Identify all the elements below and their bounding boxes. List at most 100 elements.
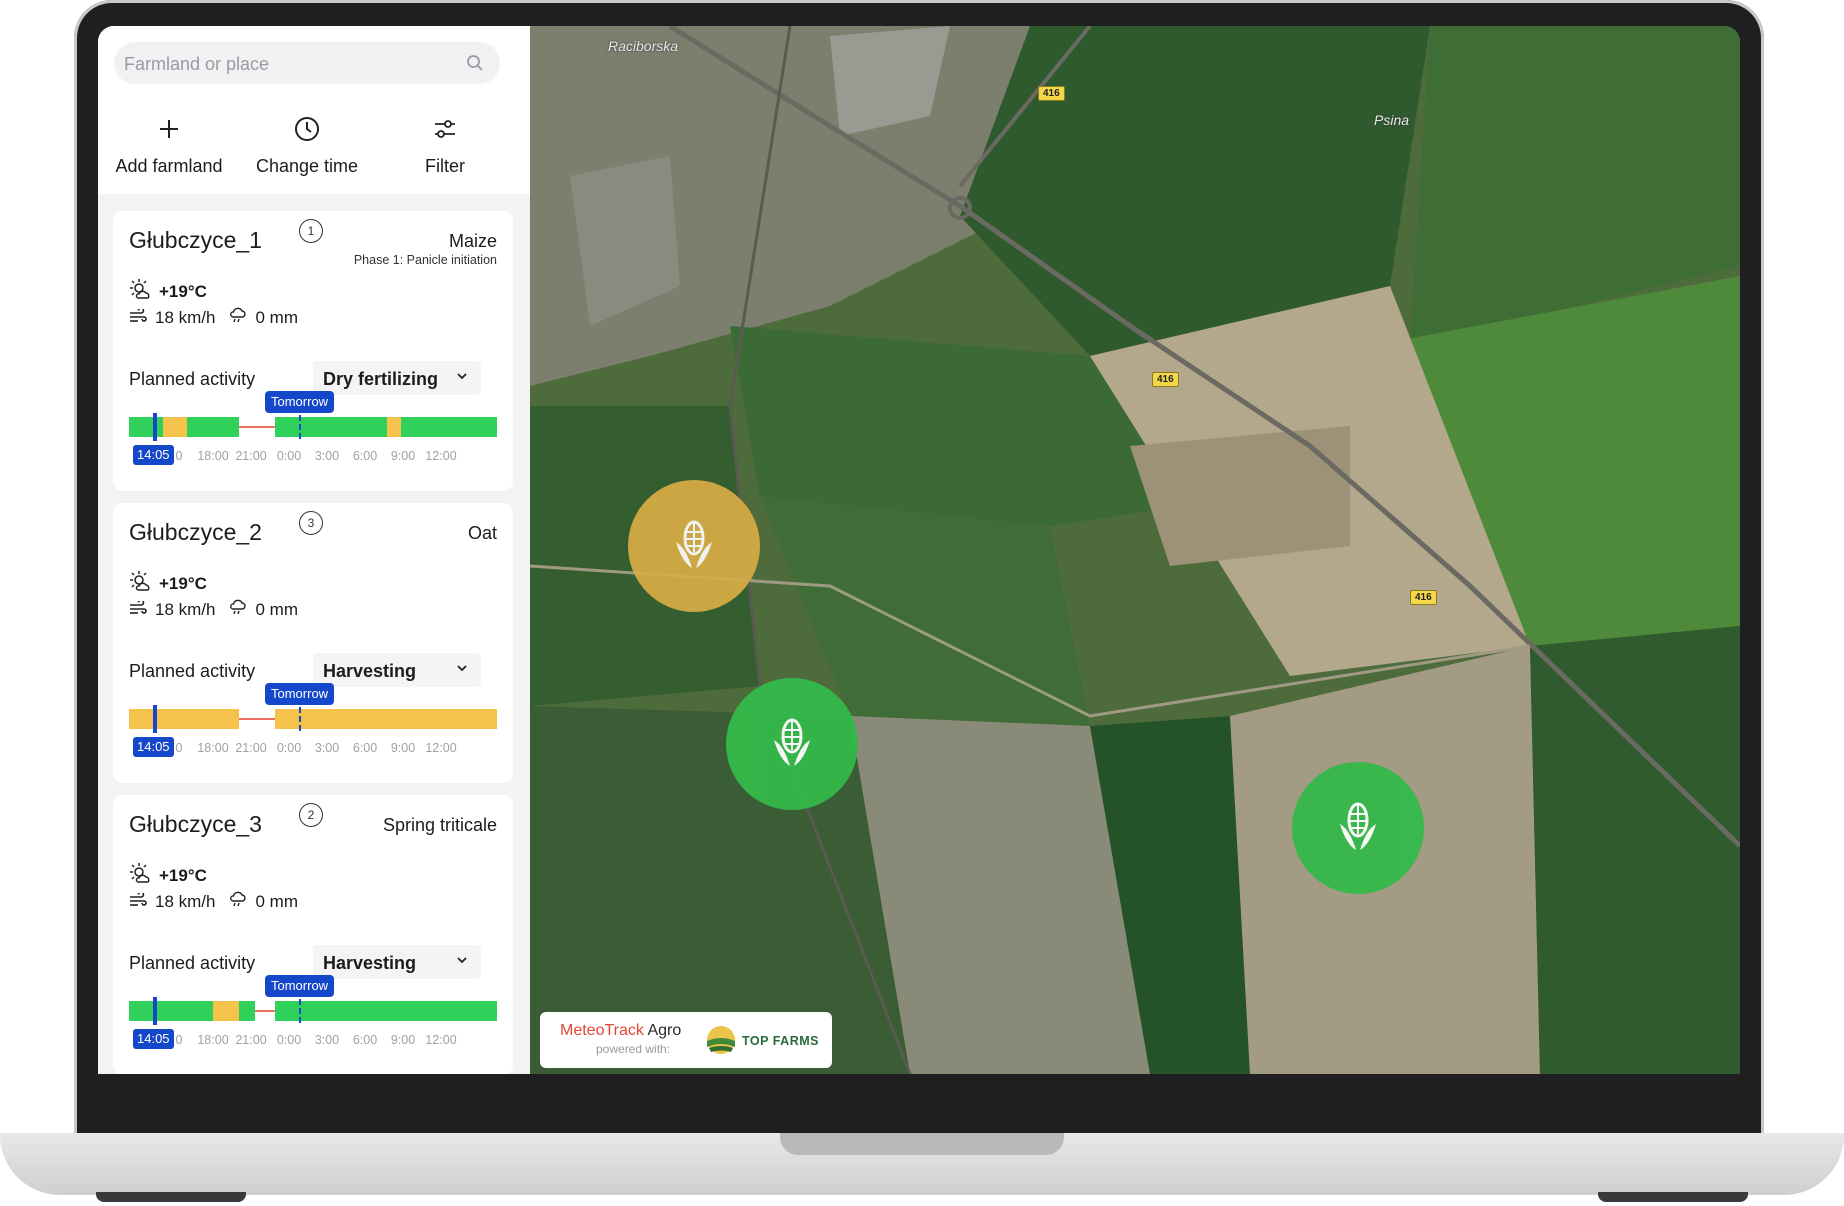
activity-timeline[interactable]: Tomorrow bbox=[129, 391, 497, 441]
timeline-now-marker bbox=[153, 413, 157, 441]
change-time-label: Change time bbox=[255, 156, 359, 176]
timeline-bad-segment bbox=[239, 718, 275, 720]
tick-label: 6:00 bbox=[352, 741, 378, 755]
farm-pin-green[interactable] bbox=[1292, 762, 1424, 894]
tick-label: 12:00 bbox=[425, 741, 457, 755]
timeline-now-marker bbox=[153, 705, 157, 733]
farm-name: Głubczyce_3 bbox=[129, 811, 262, 837]
timeline-good-segment bbox=[401, 417, 497, 437]
satellite-map[interactable]: Raciborska Psina 416 416 416 MeteoTrack … bbox=[530, 26, 1740, 1074]
activity-timeline[interactable]: Tomorrow bbox=[129, 683, 497, 733]
timeline-warn-segment bbox=[275, 709, 497, 729]
now-time-label: 14:05 bbox=[133, 445, 174, 465]
tick-label: 3:00 bbox=[314, 449, 340, 463]
wind-value: 18 km/h bbox=[155, 307, 216, 327]
activity-timeline[interactable]: Tomorrow bbox=[129, 975, 497, 1025]
timeline-now-marker bbox=[153, 997, 157, 1025]
brand-powered-text: powered with: bbox=[596, 1042, 671, 1056]
rain-icon bbox=[229, 307, 247, 328]
change-time-button[interactable]: Change time bbox=[232, 114, 382, 177]
sliders-icon bbox=[370, 114, 520, 144]
plus-icon bbox=[98, 114, 244, 144]
corn-icon bbox=[770, 716, 814, 773]
tick-label: 21:00 bbox=[235, 741, 267, 755]
tick-label: 21:00 bbox=[235, 449, 267, 463]
farm-badge: 2 bbox=[299, 803, 323, 827]
wind-icon bbox=[129, 890, 147, 912]
now-time-label: 14:05 bbox=[133, 1029, 174, 1049]
timeline-bad-segment bbox=[255, 1010, 275, 1012]
timeline-ticks: 0 18:00 21:00 0:00 3:00 6:00 9:00 12:00 bbox=[129, 449, 497, 467]
timeline-ticks: 0 18:00 21:00 0:00 3:00 6:00 9:00 12:00 bbox=[129, 1033, 497, 1051]
farm-badge: 3 bbox=[299, 511, 323, 535]
timeline-bad-segment bbox=[239, 426, 275, 428]
tick-label: 0:00 bbox=[276, 741, 302, 755]
tick-label: 18:00 bbox=[197, 741, 229, 755]
wind-rain-row: 18 km/h 0 mm bbox=[129, 890, 298, 912]
search-icon[interactable] bbox=[466, 54, 484, 77]
sidebar-header: Farmland or place Add farmland Change ti… bbox=[98, 26, 530, 194]
temperature-row: +19°C bbox=[129, 279, 207, 304]
search-input[interactable]: Farmland or place bbox=[114, 42, 500, 84]
farm-card[interactable]: Głubczyce_3 2 Spring triticale +19°C 18 … bbox=[113, 795, 513, 1074]
tick-label: 9:00 bbox=[390, 741, 416, 755]
top-farms-logo-icon bbox=[706, 1025, 736, 1060]
tick-label: 0:00 bbox=[276, 1033, 302, 1047]
add-farmland-button[interactable]: Add farmland bbox=[98, 114, 244, 177]
farm-card[interactable]: Głubczyce_1 1 Maize Phase 1: Panicle ini… bbox=[113, 211, 513, 491]
street-label: Raciborska bbox=[608, 38, 679, 54]
tick-label: 0 bbox=[175, 1033, 183, 1047]
laptop-notch bbox=[780, 1133, 1064, 1155]
road-number-label: 416 bbox=[1152, 372, 1179, 387]
activity-value: Harvesting bbox=[323, 953, 417, 973]
filter-label: Filter bbox=[425, 156, 465, 176]
farm-name: Głubczyce_2 bbox=[129, 519, 262, 545]
farm-card[interactable]: Głubczyce_2 3 Oat +19°C 18 km/h 0 mm Pla… bbox=[113, 503, 513, 783]
temperature-row: +19°C bbox=[129, 863, 207, 888]
wind-icon bbox=[129, 598, 147, 620]
brand-name: MeteoTrack Agro bbox=[560, 1022, 681, 1040]
activity-select[interactable]: Dry fertilizing bbox=[313, 361, 481, 395]
timeline-ticks: 0 18:00 21:00 0:00 3:00 6:00 9:00 12:00 bbox=[129, 741, 497, 759]
brand-name-dark: Agro bbox=[647, 1022, 682, 1039]
wind-value: 18 km/h bbox=[155, 599, 216, 619]
corn-icon bbox=[672, 518, 716, 575]
tick-label: 18:00 bbox=[197, 1033, 229, 1047]
tick-label: 0 bbox=[175, 741, 183, 755]
farm-badge: 1 bbox=[299, 219, 323, 243]
filter-button[interactable]: Filter bbox=[370, 114, 520, 177]
activity-select[interactable]: Harvesting bbox=[313, 653, 481, 687]
timeline-tomorrow-marker bbox=[299, 999, 301, 1023]
wind-value: 18 km/h bbox=[155, 891, 216, 911]
temperature-value: +19°C bbox=[159, 281, 207, 301]
activity-select[interactable]: Harvesting bbox=[313, 945, 481, 979]
search-placeholder: Farmland or place bbox=[124, 54, 270, 74]
tomorrow-label: Tomorrow bbox=[265, 683, 335, 705]
tick-label: 3:00 bbox=[314, 1033, 340, 1047]
tick-label: 21:00 bbox=[235, 1033, 267, 1047]
farm-pin-green[interactable] bbox=[726, 678, 858, 810]
wind-rain-row: 18 km/h 0 mm bbox=[129, 598, 298, 620]
sun-cloud-icon bbox=[129, 863, 151, 888]
chevron-down-icon bbox=[455, 661, 469, 680]
road-number-label: 416 bbox=[1410, 590, 1437, 605]
sun-cloud-icon bbox=[129, 279, 151, 304]
tick-label: 18:00 bbox=[197, 449, 229, 463]
road-number-label: 416 bbox=[1038, 86, 1065, 101]
tick-label: 0 bbox=[175, 449, 183, 463]
farm-name: Głubczyce_1 bbox=[129, 227, 262, 253]
now-time-label: 14:05 bbox=[133, 737, 174, 757]
add-farmland-label: Add farmland bbox=[115, 156, 223, 176]
activity-value: Harvesting bbox=[323, 661, 417, 681]
crop-name: Maize bbox=[448, 231, 497, 251]
crop-name: Oat bbox=[467, 523, 497, 543]
farm-pin-yellow[interactable] bbox=[628, 480, 760, 612]
timeline-warn-segment bbox=[213, 1001, 239, 1021]
wind-icon bbox=[129, 306, 147, 328]
rain-icon bbox=[229, 599, 247, 620]
timeline-good-segment bbox=[187, 417, 239, 437]
temperature-value: +19°C bbox=[159, 865, 207, 885]
timeline-good-segment bbox=[275, 1001, 497, 1021]
timeline-good-segment bbox=[129, 1001, 213, 1021]
planned-activity-label: Planned activity bbox=[129, 661, 256, 681]
